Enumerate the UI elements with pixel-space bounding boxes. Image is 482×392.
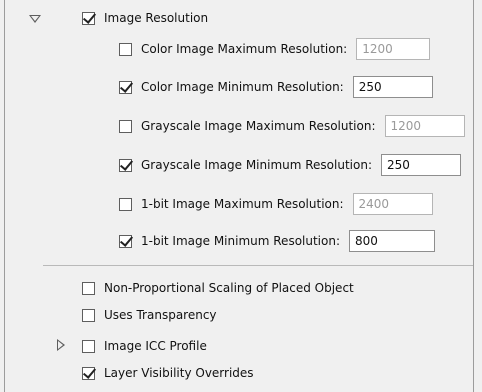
grayscale-max-resolution-field[interactable] [384, 115, 465, 137]
grayscale-max-resolution-checkbox[interactable] [119, 119, 132, 133]
color-min-resolution-label: Color Image Minimum Resolution: [141, 80, 344, 94]
image-icc-profile-checkbox[interactable] [82, 339, 95, 353]
layer-visibility-overrides-label: Layer Visibility Overrides [104, 366, 254, 380]
non-proportional-scaling-label: Non-Proportional Scaling of Placed Objec… [104, 281, 354, 295]
grayscale-min-resolution-label: Grayscale Image Minimum Resolution: [141, 158, 372, 172]
section-divider [43, 265, 473, 266]
color-min-resolution-checkbox[interactable] [119, 80, 132, 94]
layer-visibility-overrides-row: Layer Visibility Overrides [82, 366, 473, 380]
onebit-max-resolution-label: 1-bit Image Maximum Resolution: [141, 197, 344, 211]
onebit-min-resolution-row: 1-bit Image Minimum Resolution: [119, 230, 473, 252]
onebit-min-resolution-field[interactable] [349, 230, 436, 252]
grayscale-min-resolution-checkbox[interactable] [119, 158, 132, 172]
grayscale-min-resolution-field[interactable] [381, 154, 461, 176]
grayscale-min-resolution-row: Grayscale Image Minimum Resolution: [119, 154, 473, 176]
onebit-max-resolution-field[interactable] [352, 193, 433, 215]
image-icc-profile-row: Image ICC Profile [82, 339, 473, 353]
expand-triangle-icon[interactable] [57, 339, 65, 351]
color-min-resolution-row: Color Image Minimum Resolution: [119, 76, 473, 98]
non-proportional-scaling-checkbox[interactable] [82, 281, 95, 295]
layer-visibility-overrides-checkbox[interactable] [82, 366, 95, 380]
uses-transparency-row: Uses Transparency [82, 308, 473, 322]
preflight-panel: Image Resolution Color Image Maximum Res… [4, 0, 474, 392]
color-max-resolution-field[interactable] [356, 38, 431, 60]
non-proportional-scaling-row: Non-Proportional Scaling of Placed Objec… [82, 281, 473, 295]
onebit-max-resolution-row: 1-bit Image Maximum Resolution: [119, 193, 473, 215]
onebit-min-resolution-label: 1-bit Image Minimum Resolution: [141, 234, 341, 248]
color-min-resolution-field[interactable] [352, 76, 433, 98]
color-max-resolution-checkbox[interactable] [119, 42, 132, 56]
onebit-max-resolution-checkbox[interactable] [119, 197, 132, 211]
image-resolution-label: Image Resolution [104, 11, 209, 25]
image-resolution-checkbox[interactable] [82, 11, 95, 25]
image-icc-profile-label: Image ICC Profile [104, 339, 207, 353]
color-max-resolution-row: Color Image Maximum Resolution: [119, 38, 473, 60]
uses-transparency-label: Uses Transparency [104, 308, 217, 322]
uses-transparency-checkbox[interactable] [82, 308, 95, 322]
color-max-resolution-label: Color Image Maximum Resolution: [141, 42, 348, 56]
image-resolution-row: Image Resolution [82, 11, 473, 25]
expand-collapse-triangle-icon[interactable] [29, 15, 41, 23]
onebit-min-resolution-checkbox[interactable] [119, 234, 132, 248]
grayscale-max-resolution-row: Grayscale Image Maximum Resolution: [119, 115, 473, 137]
grayscale-max-resolution-label: Grayscale Image Maximum Resolution: [141, 119, 376, 133]
